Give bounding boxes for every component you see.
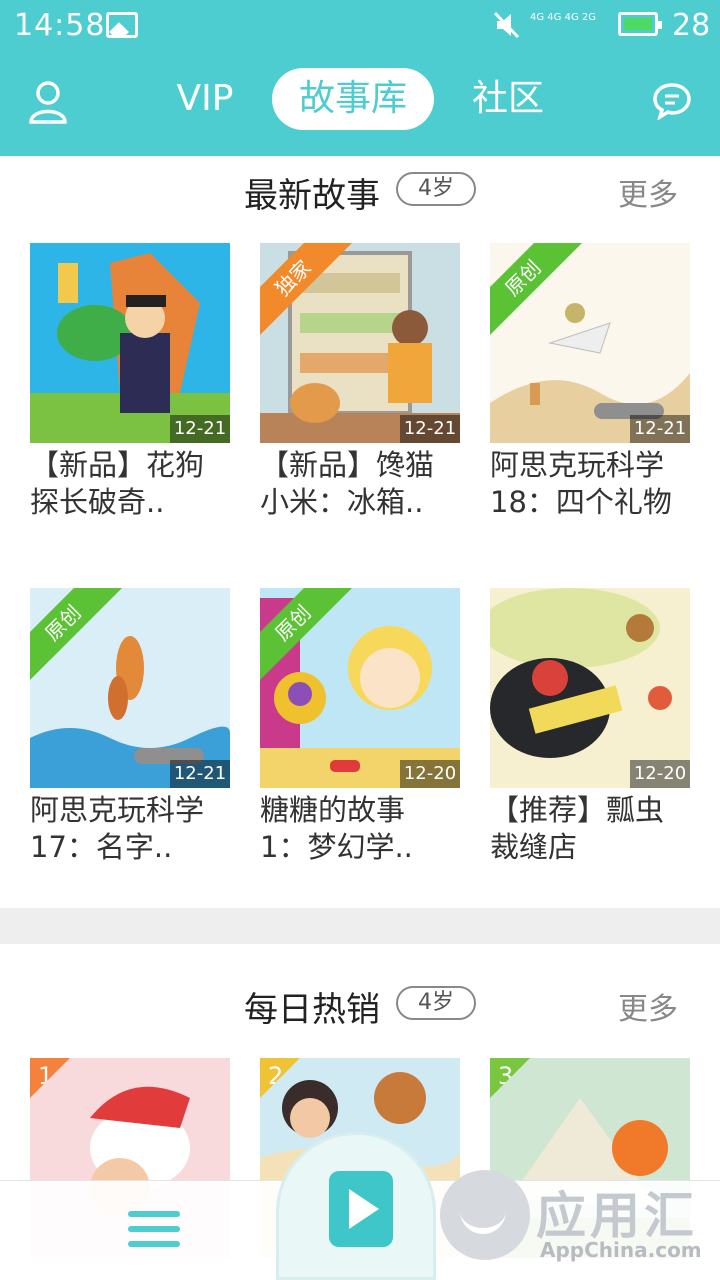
watermark-logo-icon (440, 1170, 530, 1260)
story-title[interactable]: 【新品】花狗 探长破奇.. (30, 447, 240, 521)
section-divider (0, 908, 720, 944)
battery-level: 28 (672, 8, 711, 43)
story-date: 12-20 (400, 760, 460, 788)
story-card[interactable]: 12-21 【新品】花狗 探长破奇.. (30, 243, 230, 521)
status-bar: 14:58 4G 4G 4G 2G 28 (0, 0, 720, 52)
user-icon[interactable] (28, 80, 68, 124)
story-date: 12-21 (170, 760, 230, 788)
daily-hot-header: 每日热销 4岁 更多 (0, 974, 720, 1034)
menu-icon[interactable] (128, 1211, 180, 1251)
story-title[interactable]: 糖糖的故事 1：梦幻学.. (260, 792, 470, 866)
story-cover[interactable]: 原创 12-21 (490, 243, 690, 443)
story-cover[interactable]: 12-20 (490, 588, 690, 788)
story-date: 12-20 (630, 760, 690, 788)
tab-story-library[interactable]: 故事库 (272, 68, 434, 130)
section-title: 最新故事 (244, 176, 380, 216)
age-filter[interactable]: 4岁 (396, 172, 476, 206)
top-nav: VIP 故事库 社区 (0, 52, 720, 156)
section-title: 每日热销 (244, 990, 380, 1030)
story-card[interactable]: 原创 12-20 糖糖的故事 1：梦幻学.. (260, 588, 460, 866)
story-title[interactable]: 阿思克玩科学 18：四个礼物 (490, 447, 700, 521)
story-date: 12-21 (170, 415, 230, 443)
mute-icon (494, 11, 520, 39)
battery-icon (618, 12, 662, 36)
story-cover[interactable]: 原创 12-20 (260, 588, 460, 788)
cover-illustration (30, 243, 230, 443)
story-date: 12-21 (630, 415, 690, 443)
story-card[interactable]: 独家 12-21 【新品】馋猫 小米：冰箱.. (260, 243, 460, 521)
story-title[interactable]: 阿思克玩科学 17：名字.. (30, 792, 240, 866)
play-icon[interactable] (329, 1171, 393, 1247)
status-time: 14:58 (14, 8, 106, 43)
signal-icon: 4G 4G 4G 2G (530, 12, 596, 23)
age-filter[interactable]: 4岁 (396, 986, 476, 1020)
story-cover[interactable]: 原创 12-21 (30, 588, 230, 788)
message-icon[interactable] (652, 82, 692, 120)
story-cover[interactable]: 独家 12-21 (260, 243, 460, 443)
tab-vip[interactable]: VIP (170, 68, 240, 130)
story-card[interactable]: 12-20 【推荐】瓢虫 裁缝店 (490, 588, 690, 866)
more-link[interactable]: 更多 (618, 170, 678, 214)
tab-community[interactable]: 社区 (470, 68, 546, 130)
story-title[interactable]: 【推荐】瓢虫 裁缝店 (490, 792, 700, 866)
player-button[interactable] (276, 1132, 436, 1280)
image-notification-icon (106, 12, 138, 38)
cover-illustration (490, 588, 690, 788)
story-title[interactable]: 【新品】馋猫 小米：冰箱.. (260, 447, 470, 521)
story-cover[interactable]: 12-21 (30, 243, 230, 443)
story-card[interactable]: 原创 12-21 阿思克玩科学 18：四个礼物 (490, 243, 690, 521)
more-link[interactable]: 更多 (618, 984, 678, 1028)
watermark-url: AppChina.com (540, 1238, 702, 1262)
story-card[interactable]: 原创 12-21 阿思克玩科学 17：名字.. (30, 588, 230, 866)
story-date: 12-21 (400, 415, 460, 443)
latest-stories-header: 最新故事 4岁 更多 (0, 160, 720, 220)
